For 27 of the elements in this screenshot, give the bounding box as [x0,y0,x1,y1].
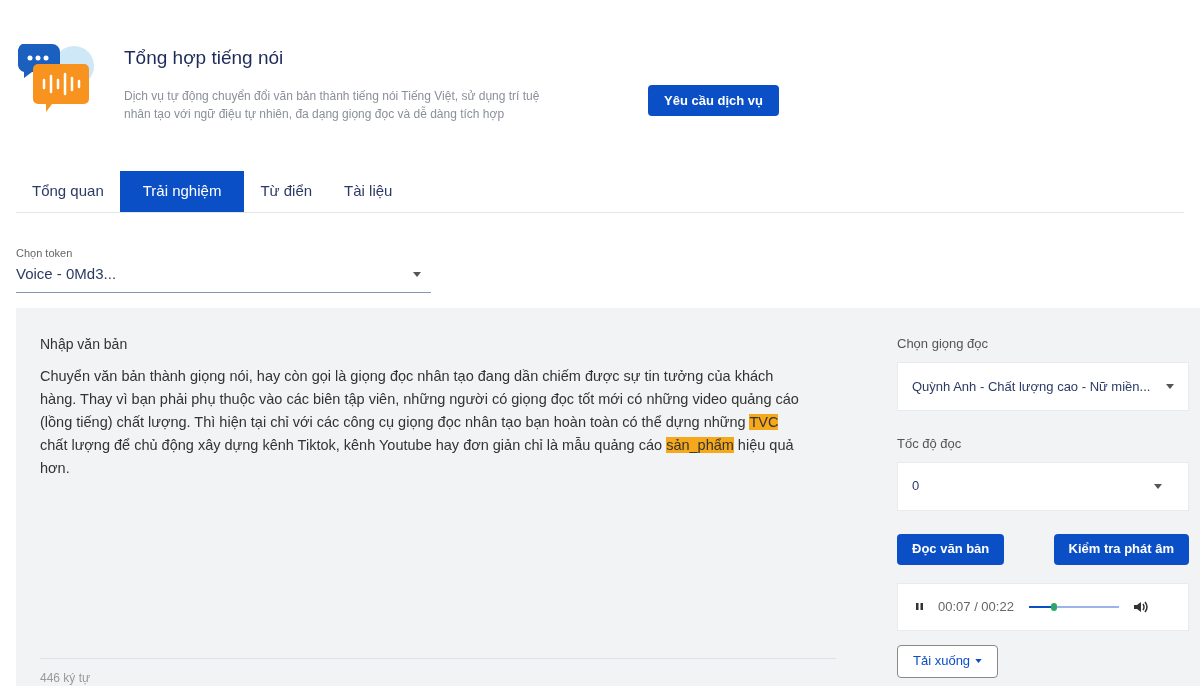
speed-label: Tốc độ đọc [897,435,963,453]
token-label: Chọn token [16,245,74,261]
tab[interactable]: Tài liệu [328,170,409,212]
tab[interactable]: Từ điển [244,170,329,212]
tab[interactable]: Trải nghiệm [119,170,245,212]
download-button[interactable]: Tải xuống [897,644,999,678]
character-count: 446 ký tự [40,669,92,686]
caret-icon [1166,384,1174,389]
token-select[interactable]: Voice - 0Md3... [16,263,431,286]
request-service-button[interactable]: Yêu cầu dịch vụ [648,85,779,116]
check-pronunciation-button[interactable]: Kiểm tra phát âm [1053,533,1189,565]
text-input-label: Nhập văn bản [40,334,129,354]
volume-icon[interactable] [1133,600,1148,613]
voice-label: Chọn giọng đọc [897,334,990,353]
caret-icon [975,659,983,663]
page-description: Dịch vụ tự động chuyển đổi văn bản thành tiếng nói Tiếng Việt, sử dụng trí tuệ nhân tạo với ngữ điệu tự nhiên, đa dạng giọng đọc và dễ dàng tích hợp [124,87,541,123]
speed-select[interactable]: 0 [897,461,1189,511]
seek-handle[interactable] [1051,602,1058,611]
caret-icon [413,271,421,277]
pause-icon[interactable] [916,603,923,610]
tab[interactable]: Tổng quan [16,170,120,212]
text-input-area[interactable]: Chuyển văn bản thành giọng nói, hay còn gọi là giọng đọc nhân tạo đang dần chiếm được sự tin tưởng của khách hàng. Thay vì bạn phải phụ thuộc vào các biên tập viên, những người có giọng đọc tốt mới có những video quảng cáo (lồng tiếng) chất lượng. Thì hiện tại chỉ với các công cụ giọng đọc nhân tạo bạn hoàn toàn có thể dựng những TVC chất lượng để chủ động xây dựng kênh Tiktok, kênh Youtube hay đơn giản chỉ là mẫu quảng cáo sản_phẩm hiệu quả hơn. [40,364,836,659]
caret-icon [1154,483,1162,489]
read-text-button[interactable]: Đọc văn bản [897,533,1005,565]
playback-time: 00:07 / 00:22 [938,597,1014,616]
voice-select[interactable]: Quỳnh Anh - Chất lượng cao - Nữ miền... [897,362,1189,411]
page-title: Tổng hợp tiếng nói [124,46,285,70]
